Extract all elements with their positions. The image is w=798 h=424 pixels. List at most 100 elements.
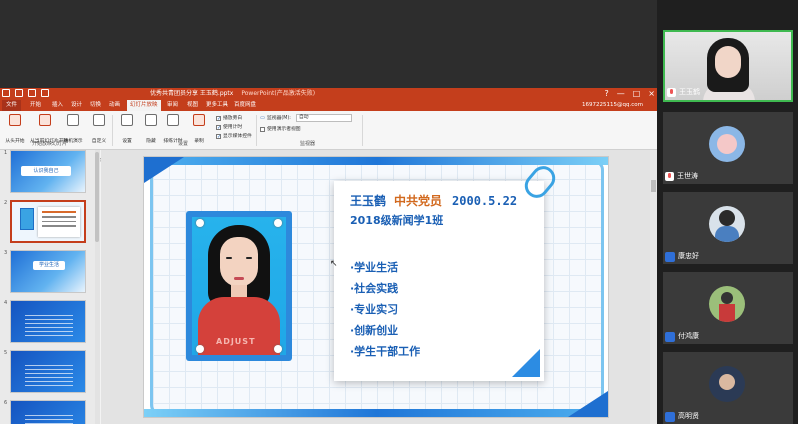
tab-view[interactable]: 视图 [187, 100, 198, 111]
play-icon [9, 114, 21, 126]
tab-design[interactable]: 设计 [71, 100, 82, 111]
maximize-button[interactable]: □ [633, 89, 641, 99]
undo-icon[interactable] [15, 89, 23, 97]
participant-name: 王玉鹤 [679, 88, 700, 96]
slide-thumbnail-2[interactable] [10, 200, 86, 243]
use-timings-checkbox[interactable]: ✓ 使用计时 [216, 124, 242, 131]
screen: 优秀共青团员分享 王玉鹤.pptx PowerPoint(产品激活失败) ? — … [0, 0, 798, 424]
list-item: ·学生干部工作 [350, 345, 421, 358]
participant-name: 康忠好 [678, 252, 699, 260]
tab-review[interactable]: 审阅 [167, 100, 178, 111]
play-current-icon [39, 114, 51, 126]
redo-icon[interactable] [28, 89, 36, 97]
list-item: ·专业实习 [350, 303, 399, 316]
mic-icon [665, 172, 674, 181]
play-narration-checkbox[interactable]: ✓ 播放旁白 [216, 115, 242, 122]
divider [256, 115, 257, 146]
user-icon [665, 331, 675, 342]
avatar [709, 126, 745, 162]
slide-thumbnail-3[interactable]: 学业生活 [10, 250, 86, 293]
pin-icon [274, 219, 282, 227]
file-name: 优秀共青团员分享 王玉鹤.pptx [150, 90, 234, 97]
decorative-band [144, 409, 608, 417]
monitor-select[interactable]: 自动 [296, 114, 352, 122]
participants-sidebar: 王玉鹤 王世涛 康忠好 付鸿康 高明贤 [657, 0, 798, 424]
slideshow-icon[interactable] [41, 89, 49, 97]
from-start-button[interactable]: 从头开始 [2, 114, 28, 146]
decorative-corner [144, 157, 184, 183]
participant-tile[interactable]: 王世涛 [663, 112, 793, 184]
quick-access-toolbar [2, 89, 49, 97]
thumbnails-scrollbar[interactable] [95, 150, 100, 424]
presenter-view-checkbox[interactable]: 使用演示者视图 [260, 126, 301, 133]
slide-scrollbar[interactable] [650, 150, 657, 424]
tab-file[interactable]: 文件 [2, 100, 22, 111]
slide-thumbnail-6[interactable] [10, 400, 86, 424]
user-icon [665, 411, 675, 422]
participant-tile[interactable]: 康忠好 [663, 192, 793, 264]
pin-icon [196, 345, 204, 353]
slide-thumbnail-4[interactable] [10, 300, 86, 343]
minimize-button[interactable]: — [617, 89, 625, 99]
avatar [709, 206, 745, 242]
tab-home[interactable]: 开始 [30, 100, 41, 111]
slide-thumbnails-pane: 1 认识我自己 2 3 学业生活 4 5 6 [0, 150, 100, 424]
student-name: 王玉鹤 [350, 194, 387, 208]
slide-thumbnail-5[interactable] [10, 350, 86, 393]
participant-name: 高明贤 [678, 412, 699, 420]
pin-icon [196, 219, 204, 227]
party-status: 中共党员 [394, 194, 443, 208]
thumbnail-title: 学业生活 [33, 261, 65, 270]
help-button[interactable]: ? [604, 89, 608, 99]
monitor-label: ▭ 监视器(M): [260, 115, 291, 122]
profile-card[interactable]: 王玉鹤 中共党员 2000.5.22 2018级新闻学1班 ·学业生活 ·社会实践 … [334, 161, 561, 381]
avatar [709, 286, 745, 322]
tab-more-tools[interactable]: 更多工具 [206, 100, 228, 111]
slide-editor: ADJUST 王玉鹤 中共党员 2000.5.22 2018级新闻学1班 ·学业生活 [101, 150, 657, 424]
participant-tile[interactable]: 付鸿康 [663, 272, 793, 344]
tab-slideshow[interactable]: 幻灯片放映 [127, 100, 161, 111]
save-icon[interactable] [2, 89, 10, 97]
divider [362, 115, 363, 146]
participant-name: 付鸿康 [678, 332, 699, 340]
tab-transitions[interactable]: 切换 [90, 100, 101, 111]
record-icon [193, 114, 205, 126]
powerpoint-window: 优秀共青团员分享 王玉鹤.pptx PowerPoint(产品激活失败) ? — … [0, 88, 657, 424]
mic-icon [667, 88, 676, 97]
divider [112, 115, 113, 146]
avatar [709, 366, 745, 402]
decorative-band [144, 157, 608, 165]
window-title: 优秀共青团员分享 王玉鹤.pptx PowerPoint(产品激活失败) [150, 89, 450, 99]
show-media-controls-checkbox[interactable]: ✓ 显示媒体控件 [216, 133, 252, 140]
participant-name: 王世涛 [677, 172, 698, 180]
tab-animations[interactable]: 动画 [109, 100, 120, 111]
setup-icon [121, 114, 133, 126]
ribbon-tabs: 文件 开始 插入 设计 切换 动画 幻灯片放映 审阅 视图 更多工具 百度网盘 … [0, 100, 657, 111]
profile-header: 王玉鹤 中共党员 2000.5.22 [350, 193, 517, 209]
pin-icon [274, 345, 282, 353]
title-bar: 优秀共青团员分享 王玉鹤.pptx PowerPoint(产品激活失败) ? — … [0, 88, 657, 100]
participant-tile[interactable]: 王玉鹤 [663, 30, 793, 102]
list-item: ·创新创业 [350, 324, 399, 337]
participant-tile[interactable]: 高明贤 [663, 352, 793, 424]
tab-baidu-pan[interactable]: 百度网盘 [234, 100, 256, 111]
topic-list: ·学业生活 ·社会实践 ·专业实习 ·创新创业 ·学生干部工作 [350, 257, 420, 362]
current-slide[interactable]: ADJUST 王玉鹤 中共党员 2000.5.22 2018级新闻学1班 ·学业生活 [143, 156, 609, 418]
tab-insert[interactable]: 插入 [52, 100, 63, 111]
group-label-start: 开始放映幻灯片 [32, 141, 68, 147]
close-button[interactable]: × [648, 89, 655, 99]
portrait-photo[interactable]: ADJUST [186, 211, 292, 361]
portrait-image: ADJUST [192, 217, 286, 355]
slide-thumbnail-1[interactable]: 认识我自己 [10, 150, 86, 193]
window-controls: ? — □ × [604, 89, 655, 99]
decorative-triangle [512, 349, 540, 377]
list-item: ·社会实践 [350, 282, 399, 295]
user-icon [665, 251, 675, 262]
mouse-cursor-icon: ↖ [330, 259, 338, 269]
group-label-monitor: 监视器 [300, 141, 316, 147]
decorative-corner [568, 391, 608, 417]
online-icon [67, 114, 79, 126]
account-email[interactable]: 1697225115@qq.com [582, 100, 643, 111]
hide-slide-icon [145, 114, 157, 126]
thumbnail-title: 认识我自己 [21, 166, 71, 176]
